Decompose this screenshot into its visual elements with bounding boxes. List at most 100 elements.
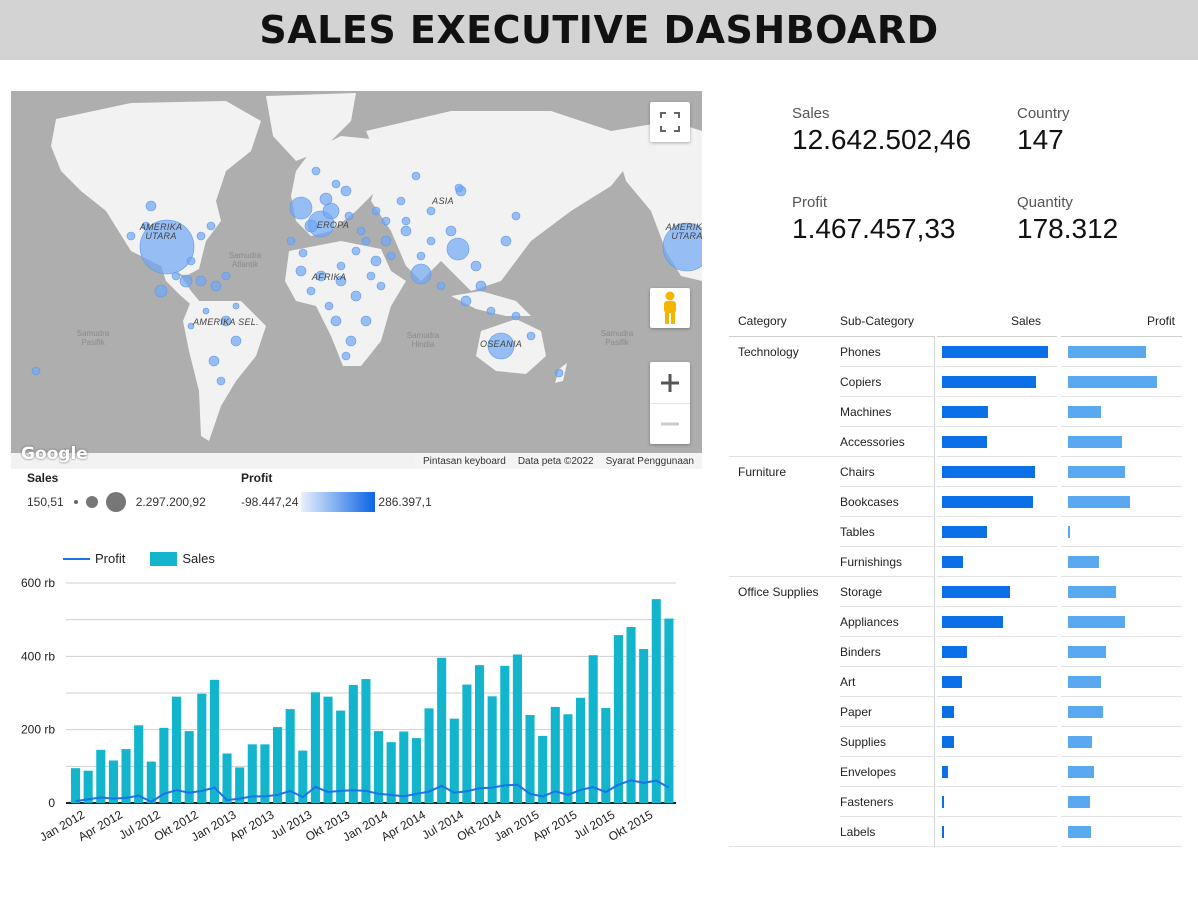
- profit-bar: [1068, 496, 1130, 508]
- world-map[interactable]: AMERIKA UTARA AMERIKA UTARA AMERIKA SEL.…: [11, 91, 702, 469]
- table-row[interactable]: Fasteners: [729, 787, 1182, 817]
- table-row[interactable]: Tables: [729, 517, 1182, 547]
- sales-bar: [942, 646, 967, 658]
- ocean-label-pacific-right: Samudra Pasifik: [600, 329, 634, 347]
- sales-bar: [500, 665, 510, 803]
- table-row[interactable]: Supplies: [729, 727, 1182, 757]
- kpi-quantity-label: Quantity: [1017, 194, 1073, 211]
- sales-bar: [361, 679, 371, 803]
- ocean-label-atlantic: Samudra Atlantik: [228, 251, 262, 269]
- table-row[interactable]: Envelopes: [729, 757, 1182, 787]
- table-row[interactable]: Bookcases: [729, 487, 1182, 517]
- profit-bar-cell: [1060, 487, 1182, 517]
- category-cell: Office Supplies: [738, 585, 819, 599]
- subcategory-cell: Paper: [840, 705, 873, 719]
- header-category[interactable]: Category: [738, 305, 838, 337]
- table-row[interactable]: Machines: [729, 397, 1182, 427]
- profit-bar: [1068, 676, 1101, 688]
- terms-link[interactable]: Syarat Penggunaan: [606, 456, 694, 467]
- x-tick-label: Apr 2013: [227, 807, 276, 844]
- subcategory-cell: Art: [840, 675, 856, 689]
- subcategory-cell: Bookcases: [840, 495, 899, 509]
- header-subcategory[interactable]: Sub-Category: [840, 305, 934, 337]
- sales-bar-cell: [934, 487, 1058, 517]
- sales-bar: [942, 496, 1033, 508]
- category-cell: Technology: [738, 345, 799, 359]
- profit-bar: [1068, 826, 1091, 838]
- sales-bar: [209, 679, 219, 803]
- sales-bar: [942, 826, 944, 838]
- legend-small-dot: [73, 500, 78, 504]
- sales-bar: [588, 655, 598, 803]
- table-row[interactable]: Labels: [729, 817, 1182, 847]
- subcategory-cell: Labels: [840, 825, 876, 839]
- profit-bar-cell: [1060, 697, 1182, 727]
- legend-sales-label: Sales: [182, 551, 215, 566]
- profit-legend-min: -98.447,24: [241, 495, 299, 509]
- sales-bar-cell: [934, 337, 1058, 367]
- sales-bar-cell: [934, 427, 1058, 457]
- kpi-country: Country 147: [1017, 105, 1070, 156]
- fullscreen-button[interactable]: [650, 102, 690, 142]
- zoom-in-button[interactable]: [650, 363, 690, 403]
- profit-bar-cell: [1060, 607, 1182, 637]
- sales-bar: [222, 753, 232, 803]
- sales-bar: [462, 684, 472, 803]
- profit-legend-title: Profit: [241, 471, 273, 485]
- table-row[interactable]: Office Supplies Storage: [729, 577, 1182, 607]
- map-bubbles-layer: [31, 166, 702, 386]
- profit-gradient-bar: [301, 492, 376, 512]
- header-profit[interactable]: Profit: [1060, 305, 1182, 337]
- dashboard-header: SALES EXECUTIVE DASHBOARD: [0, 0, 1198, 60]
- table-row[interactable]: Copiers: [729, 367, 1182, 397]
- sales-bar: [942, 796, 944, 808]
- keyboard-shortcuts-link[interactable]: Pintasan keyboard: [423, 456, 506, 467]
- street-view-button[interactable]: [650, 288, 690, 328]
- profit-bar-cell: [1060, 337, 1182, 367]
- sales-bar-cell: [934, 457, 1058, 487]
- category-table: Category Sub-Category Sales Profit Techn…: [729, 305, 1182, 847]
- table-row[interactable]: Binders: [729, 637, 1182, 667]
- legend-sales-swatch: [150, 551, 178, 566]
- sales-bar: [146, 761, 156, 803]
- table-row[interactable]: Appliances: [729, 607, 1182, 637]
- header-sales[interactable]: Sales: [934, 305, 1058, 337]
- profit-bar: [1068, 736, 1092, 748]
- sales-bar: [942, 376, 1036, 388]
- profit-bar-cell: [1060, 667, 1182, 697]
- sales-bar: [71, 768, 81, 803]
- zoom-out-button[interactable]: [650, 403, 690, 443]
- profit-bar: [1068, 616, 1125, 628]
- table-row[interactable]: Furnishings: [729, 547, 1182, 577]
- table-row[interactable]: Furniture Chairs: [729, 457, 1182, 487]
- profit-bar: [1068, 766, 1094, 778]
- sales-bar: [260, 744, 270, 803]
- sales-bar: [121, 749, 131, 803]
- subcategory-cell: Furnishings: [840, 555, 903, 569]
- sales-bar: [942, 436, 987, 448]
- table-row[interactable]: Accessories: [729, 427, 1182, 457]
- map-label-north-america: AMERIKA UTARA: [139, 222, 183, 241]
- kpi-profit-label: Profit: [792, 194, 828, 211]
- sales-bar: [424, 708, 434, 803]
- sales-bar: [639, 649, 649, 803]
- kpi-sales-value: 12.642.502,46: [792, 124, 972, 155]
- sales-bar-cell: [934, 667, 1058, 697]
- table-row[interactable]: Paper: [729, 697, 1182, 727]
- profit-bar-cell: [1060, 457, 1182, 487]
- sales-bar: [613, 635, 623, 803]
- map-label-north-america-repeat: AMERIKA UTARA: [665, 222, 702, 241]
- pegman-icon: [664, 291, 676, 324]
- legend-profit-label: Profit: [95, 551, 126, 566]
- sales-bar: [942, 346, 1048, 358]
- table-row[interactable]: Technology Phones: [729, 337, 1182, 367]
- fullscreen-icon: [660, 112, 680, 132]
- table-row[interactable]: Art: [729, 667, 1182, 697]
- sales-bar: [336, 710, 346, 803]
- x-tick-label: Apr 2012: [76, 807, 125, 844]
- sales-bar: [664, 618, 674, 803]
- subcategory-cell: Envelopes: [840, 765, 897, 779]
- sales-bar: [601, 708, 611, 803]
- x-tick-label: Apr 2014: [379, 807, 428, 844]
- profit-bar: [1068, 706, 1103, 718]
